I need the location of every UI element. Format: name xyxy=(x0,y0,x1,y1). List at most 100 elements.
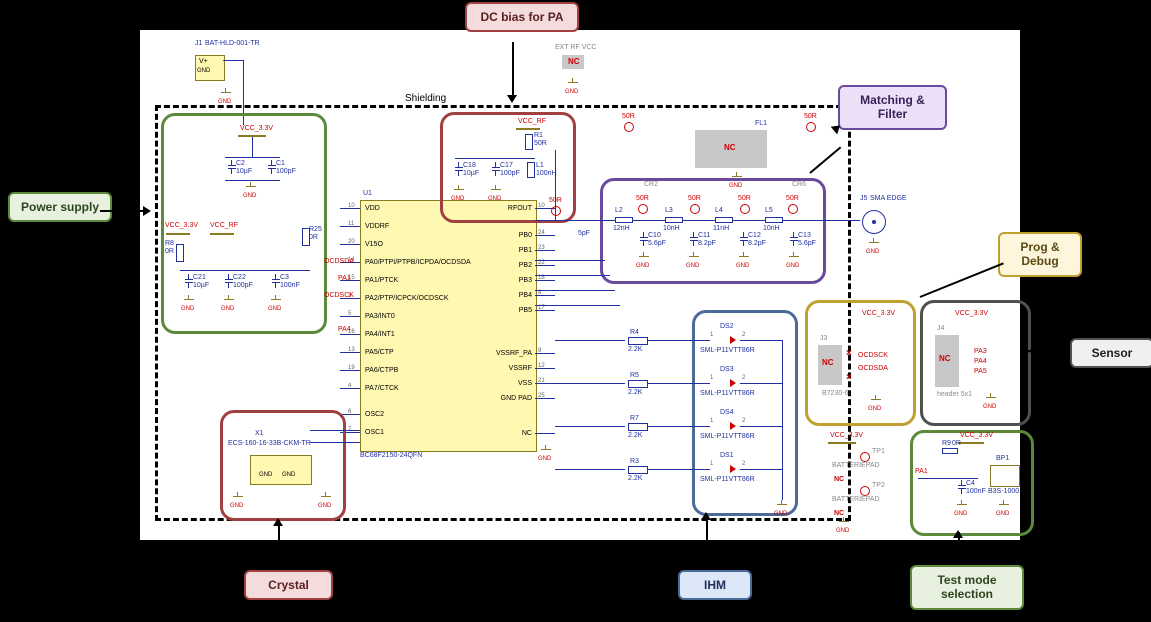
u1-pin-name-l-10: PA7/CTCK xyxy=(365,385,399,392)
cap-c12 xyxy=(740,232,748,246)
part-ds2: SML-P11VTT86R xyxy=(700,347,755,354)
j3-ocdsck: OCDSCK xyxy=(858,352,888,359)
callout-dc-bias: DC bias for PA xyxy=(465,2,579,32)
callout-matching: Matching & Filter xyxy=(838,85,947,130)
tp2-ref: TP2 xyxy=(872,482,885,489)
val-r7: 2.2K xyxy=(628,432,642,439)
callout-test-mode: Test mode selection xyxy=(910,565,1024,610)
gnd-c11-txt: GND xyxy=(686,263,699,269)
u1-pin-name-r-8: VSSRF xyxy=(472,365,532,372)
l5-ref: L5 xyxy=(765,207,773,214)
c13-val: 5.6pF xyxy=(798,240,816,247)
u1-part: BC68F2150-24QFN xyxy=(360,452,422,459)
gnd-extrf-txt: GND xyxy=(565,89,578,95)
c10-ref: C10 xyxy=(648,232,661,239)
gnd-sma-txt: GND xyxy=(866,249,879,255)
net-vccrf-low: VCC_RF xyxy=(210,222,238,229)
cap-c22 xyxy=(225,274,233,288)
j3-ocdsda: OCDSDA xyxy=(858,365,888,372)
bp1-ref: BP1 xyxy=(996,455,1009,462)
j3-nc: NC xyxy=(822,358,834,367)
gnd-c11 xyxy=(688,252,700,262)
j1-part: BAT-HLD-001-TR xyxy=(205,40,260,47)
net-50r-m2: 50R xyxy=(688,195,701,202)
cap-c2 xyxy=(228,160,236,174)
res-r7 xyxy=(628,423,648,431)
u1-pin-name-r-2: PB1 xyxy=(472,247,532,254)
gnd-c17 xyxy=(490,185,502,195)
gnd-bp1-txt: GND xyxy=(996,511,1009,517)
j1-gnd: GND xyxy=(197,68,210,74)
cap-c10 xyxy=(640,232,648,246)
gnd-x1r xyxy=(320,492,332,502)
led-ds1 xyxy=(730,465,736,473)
cap-c3 xyxy=(272,274,280,288)
u1-pin-name-l-3: PA0/PTPI/PTPB/ICPDA/OCDSDA xyxy=(365,259,471,266)
c1-ref: C1 xyxy=(276,160,285,167)
u1-pin-name-r-3: PB2 xyxy=(472,262,532,269)
callout-power-supply: Power supply xyxy=(8,192,112,222)
u1-pin-name-l-1: VDDRF xyxy=(365,223,389,230)
x1-ref: X1 xyxy=(255,430,264,437)
gnd-j4-txt: GND xyxy=(983,404,996,410)
gnd-j1-txt: GND xyxy=(218,99,231,105)
net-50r-5: 50R xyxy=(804,113,817,120)
j4-pa3: PA3 xyxy=(974,348,987,355)
c17-ref: C17 xyxy=(500,162,513,169)
part-ds4: SML-P11VTT86R xyxy=(700,433,755,440)
c3-ref: C3 xyxy=(280,274,289,281)
res-r1 xyxy=(525,134,533,150)
gnd-x1l-txt: GND xyxy=(230,503,243,509)
c22-val: 100pF xyxy=(233,282,253,289)
ref-r5: R5 xyxy=(630,372,639,379)
gnd-c18-txt: GND xyxy=(451,196,464,202)
cap-c13 xyxy=(790,232,798,246)
net-50r-1: 50R xyxy=(622,113,635,120)
u1-pin-name-r-1: PB0 xyxy=(472,232,532,239)
j3-x2: × xyxy=(846,372,852,383)
gnd-c10 xyxy=(638,252,650,262)
res-r8 xyxy=(176,244,184,262)
ref-ds3: DS3 xyxy=(720,366,734,373)
net-vcc33-j3: VCC_3.3V xyxy=(862,310,895,317)
cap-c4 xyxy=(958,480,966,494)
gnd-c18 xyxy=(453,185,465,195)
c11-ref: C11 xyxy=(698,232,710,239)
ext-rf-label: EXT RF VCC xyxy=(555,44,597,51)
tp2 xyxy=(860,486,870,496)
part-ds1: SML-P11VTT86R xyxy=(700,476,755,483)
gnd-ihm xyxy=(776,500,788,510)
gnd-c17-txt: GND xyxy=(488,196,501,202)
gnd-c12-txt: GND xyxy=(736,263,749,269)
u1-ref: U1 xyxy=(363,190,372,197)
c10-val: 5.6pF xyxy=(648,240,666,247)
r9-val: 0R xyxy=(952,440,961,447)
gnd-c4-txt: GND xyxy=(954,511,967,517)
tp2-nc: NC xyxy=(834,510,844,517)
c18-ref: C18 xyxy=(463,162,476,169)
u1-pin-name-r-5: PB4 xyxy=(472,292,532,299)
c21-ref: C21 xyxy=(193,274,206,281)
r1-ref: R1 xyxy=(534,132,543,139)
c12-val: 8.2pF xyxy=(748,240,766,247)
gnd-c3-txt: GND xyxy=(268,306,281,312)
gnd-fl1-txt: GND xyxy=(729,183,742,189)
led-ds4 xyxy=(730,422,736,430)
arrow-ihm xyxy=(701,512,711,520)
val-r5: 2.2K xyxy=(628,389,642,396)
gnd-tp xyxy=(838,517,850,527)
l1-val: 100nH xyxy=(536,170,557,177)
gnd-extrf xyxy=(567,78,579,88)
r8-ref: R8 xyxy=(165,240,174,247)
ref-r3: R3 xyxy=(630,458,639,465)
c11-val: 8.2pF xyxy=(698,240,716,247)
u1-pin-name-l-5: PA2/PTP/ICPCK/OCDSCK xyxy=(365,295,449,302)
u1-pin-name-l-12: OSC1 xyxy=(365,429,384,436)
c22-ref: C22 xyxy=(233,274,246,281)
fl1-ref: FL1 xyxy=(755,120,767,127)
l2-val: 12nH xyxy=(613,225,630,232)
ref-ds1: DS1 xyxy=(720,452,734,459)
u1-pin-name-r-4: PB3 xyxy=(472,277,532,284)
gnd-j4 xyxy=(985,393,997,403)
u1-pin-name-l-2: V15O xyxy=(365,241,383,248)
